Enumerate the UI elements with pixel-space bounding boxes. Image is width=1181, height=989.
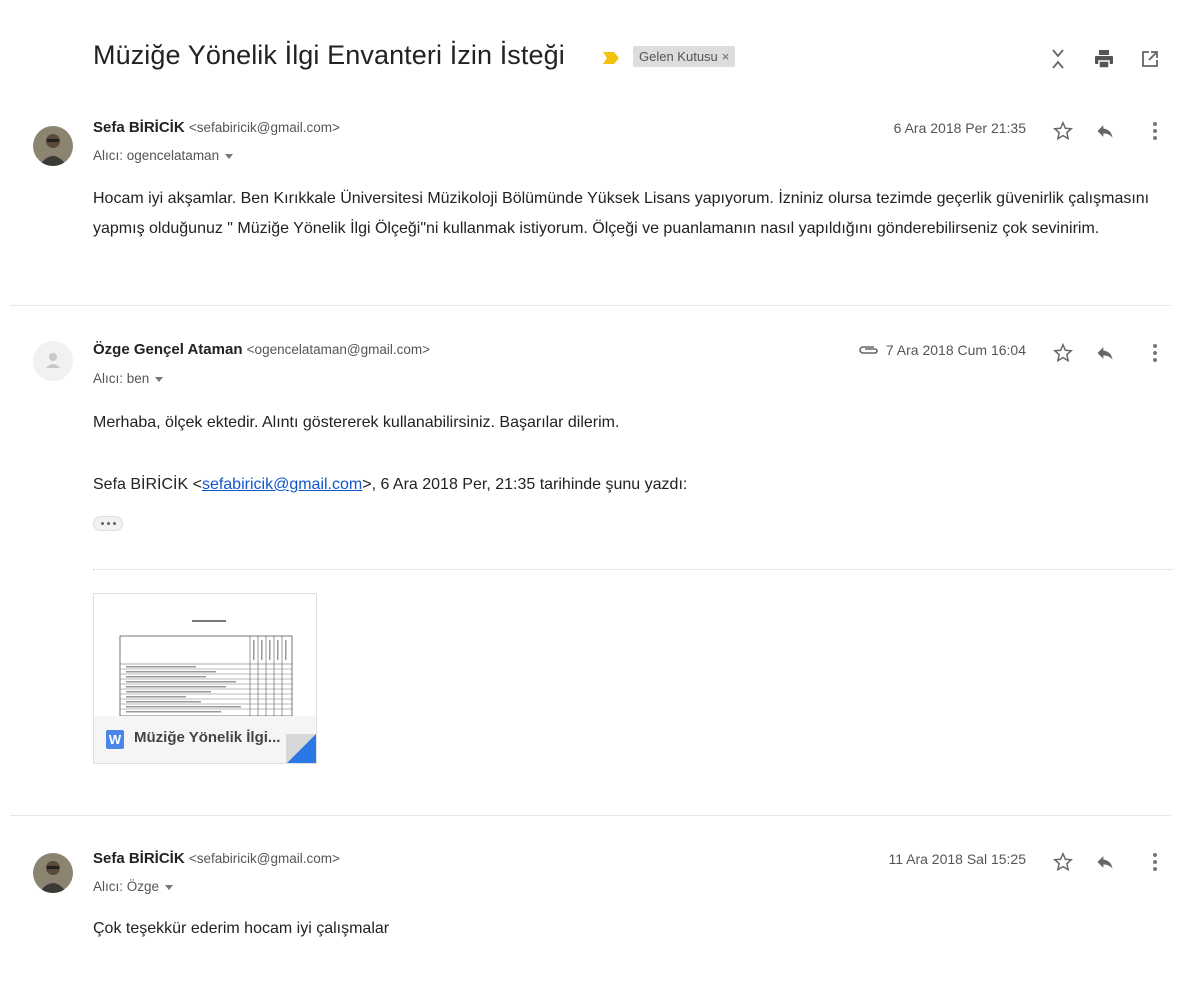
message-meta: 6 Ara 2018 Per 21:35	[894, 120, 1026, 136]
dot-icon	[112, 522, 116, 525]
avatar[interactable]	[33, 126, 73, 166]
reply-button[interactable]	[1093, 119, 1117, 143]
word-document-icon: W	[106, 730, 124, 749]
recipient-dropdown[interactable]: Alıcı: ogencelataman	[93, 148, 234, 163]
sender-photo-icon	[33, 853, 73, 893]
message-meta: 7 Ara 2018 Cum 16:04	[858, 342, 1026, 358]
label-chip-text: Gelen Kutusu	[639, 49, 718, 64]
attachment-name: Müziğe Yönelik İlgi...	[134, 729, 281, 746]
message-divider	[10, 815, 1171, 816]
sender-email: <sefabiricik@gmail.com>	[188, 851, 340, 866]
open-in-new-window-icon	[1142, 51, 1158, 67]
sender-email: <sefabiricik@gmail.com>	[188, 120, 340, 135]
quote-prefix: Sefa BİRİCİK <	[93, 476, 202, 493]
quote-header: Sefa BİRİCİK <sefabiricik@gmail.com>, 6 …	[93, 470, 1168, 500]
show-trimmed-content-button[interactable]	[93, 516, 123, 531]
star-icon	[1052, 120, 1074, 141]
sender-email: <ogencelataman@gmail.com>	[246, 342, 430, 357]
document-preview-icon	[119, 620, 293, 717]
sender-photo-icon	[33, 126, 73, 166]
default-avatar-icon	[33, 341, 73, 381]
sender-line: Özge Gençel Ataman <ogencelataman@gmail.…	[93, 341, 430, 358]
avatar[interactable]	[33, 853, 73, 893]
star-button[interactable]	[1051, 850, 1075, 874]
dot-icon	[106, 522, 110, 525]
expand-collapse-icon	[1052, 49, 1064, 69]
print-icon	[1095, 50, 1113, 69]
attachment-thumbnail	[94, 594, 316, 717]
reply-icon	[1097, 856, 1113, 869]
dot-icon	[100, 522, 104, 525]
more-vertical-icon	[1153, 853, 1157, 871]
recipient-text: Alıcı: ogencelataman	[93, 148, 220, 163]
sender-name[interactable]: Özge Gençel Ataman	[93, 341, 243, 358]
message-divider	[10, 305, 1171, 306]
star-button[interactable]	[1051, 341, 1075, 365]
reply-icon	[1097, 125, 1113, 138]
recipient-dropdown[interactable]: Alıcı: ben	[93, 371, 164, 386]
chevron-down-icon	[225, 153, 234, 159]
recipient-dropdown[interactable]: Alıcı: Özge	[93, 879, 174, 894]
message-body: Çok teşekkür ederim hocam iyi çalışmalar	[93, 920, 390, 937]
avatar[interactable]	[33, 341, 73, 381]
print-button[interactable]	[1081, 44, 1127, 74]
reply-icon	[1097, 347, 1113, 360]
page-fold-corner-icon	[286, 734, 316, 763]
sender-name[interactable]: Sefa BİRİCİK	[93, 850, 185, 867]
message-date: 6 Ara 2018 Per 21:35	[893, 120, 1026, 136]
more-vertical-icon	[1153, 344, 1157, 362]
message-body: Hocam iyi akşamlar. Ben Kırıkkale Üniver…	[93, 190, 1150, 237]
quote-email-link[interactable]: sefabiricik@gmail.com	[202, 476, 362, 493]
more-options-button[interactable]	[1143, 119, 1167, 143]
sender-line: Sefa BİRİCİK <sefabiricik@gmail.com>	[93, 119, 340, 136]
thread-header: Müziğe Yönelik İlgi Envanteri İzin İsteğ…	[93, 38, 1173, 82]
quote-suffix: >, 6 Ara 2018 Per, 21:35 tarihinde şunu …	[362, 476, 688, 493]
more-vertical-icon	[1153, 122, 1157, 140]
chevron-down-icon	[165, 884, 174, 890]
recipient-text: Alıcı: ben	[93, 371, 150, 386]
expand-collapse-button[interactable]	[1035, 44, 1081, 74]
attachment-card[interactable]: W Müziğe Yönelik İlgi...	[93, 593, 317, 764]
more-options-button[interactable]	[1143, 850, 1167, 874]
reply-button[interactable]	[1093, 341, 1117, 365]
star-icon	[1052, 851, 1074, 872]
thread-subject: Müziğe Yönelik İlgi Envanteri İzin İsteğ…	[93, 40, 565, 70]
message-date: 7 Ara 2018 Cum 16:04	[885, 342, 1026, 358]
message-meta: 11 Ara 2018 Sal 15:25	[888, 851, 1026, 867]
sender-line: Sefa BİRİCİK <sefabiricik@gmail.com>	[93, 850, 340, 867]
remove-label-icon[interactable]: ×	[722, 49, 730, 64]
message-date: 11 Ara 2018 Sal 15:25	[888, 851, 1026, 867]
more-options-button[interactable]	[1143, 341, 1167, 365]
message-body: Merhaba, ölçek ektedir. Alıntı gösterere…	[93, 414, 620, 431]
attachment-icon	[859, 346, 878, 354]
recipient-text: Alıcı: Özge	[93, 879, 160, 894]
reply-button[interactable]	[1093, 850, 1117, 874]
sender-name[interactable]: Sefa BİRİCİK	[93, 119, 185, 136]
label-chip-inbox[interactable]: Gelen Kutusu ×	[633, 46, 736, 67]
open-in-new-window-button[interactable]	[1127, 44, 1173, 74]
importance-marker-icon[interactable]	[603, 52, 619, 64]
attachment-footer: W Müziğe Yönelik İlgi...	[94, 716, 316, 763]
star-icon	[1052, 342, 1074, 363]
star-button[interactable]	[1051, 119, 1075, 143]
chevron-down-icon	[155, 376, 164, 382]
attachment-separator	[93, 569, 1173, 570]
thread-toolbar	[1035, 44, 1173, 74]
